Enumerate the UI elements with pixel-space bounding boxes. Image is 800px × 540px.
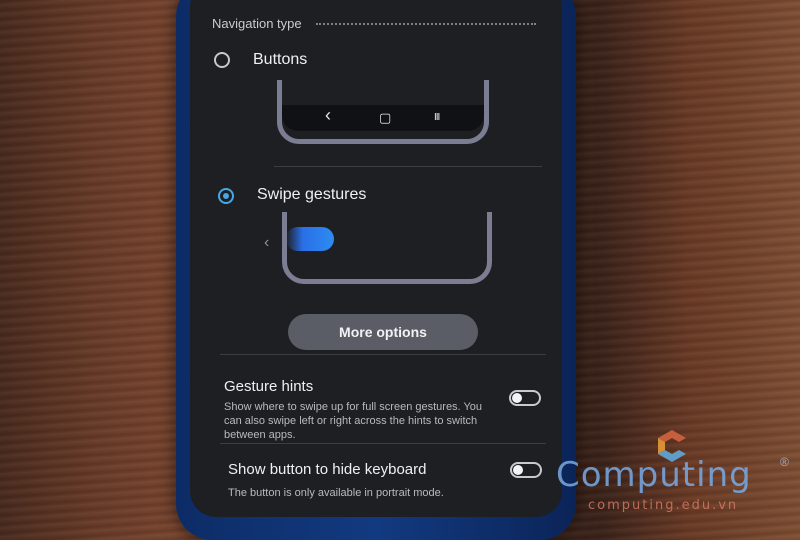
- option-buttons-label[interactable]: Buttons: [253, 51, 307, 69]
- setting-divider: [220, 443, 546, 444]
- swipe-back-arrow-icon: ‹: [264, 234, 270, 251]
- gesture-hints-title[interactable]: Gesture hints: [224, 378, 313, 395]
- navigation-type-header: Navigation type: [212, 16, 302, 31]
- radio-buttons[interactable]: [214, 52, 230, 68]
- home-icon: ▢: [379, 110, 392, 125]
- hide-keyboard-toggle[interactable]: [510, 462, 542, 478]
- back-icon: ‹: [325, 105, 331, 125]
- header-divider: [316, 23, 536, 25]
- toggle-knob: [512, 393, 522, 403]
- gesture-hints-toggle[interactable]: [509, 390, 541, 406]
- gesture-hints-description: Show where to swipe up for full screen g…: [224, 401, 483, 441]
- section-divider: [220, 354, 546, 355]
- more-options-button[interactable]: More options: [288, 314, 478, 350]
- toggle-knob: [513, 465, 523, 475]
- radio-swipe-gestures[interactable]: [218, 188, 234, 204]
- watermark-url: computing.edu.vn: [588, 498, 739, 513]
- option-divider: [274, 166, 542, 167]
- swipe-gesture-indicator: [286, 227, 334, 251]
- option-swipe-gestures-label[interactable]: Swipe gestures: [257, 186, 366, 204]
- hide-keyboard-description: The button is only available in portrait…: [228, 487, 444, 499]
- more-options-label: More options: [339, 324, 427, 340]
- watermark-registered: ®: [780, 455, 789, 469]
- settings-screen: Navigation type Buttons ‹ ▢ III Swipe ge…: [190, 0, 562, 517]
- recents-icon: III: [434, 112, 440, 123]
- hide-keyboard-title[interactable]: Show button to hide keyboard: [228, 461, 426, 478]
- buttons-navbar-preview: ‹ ▢ III: [282, 105, 484, 131]
- watermark-brand: Computing: [556, 455, 752, 495]
